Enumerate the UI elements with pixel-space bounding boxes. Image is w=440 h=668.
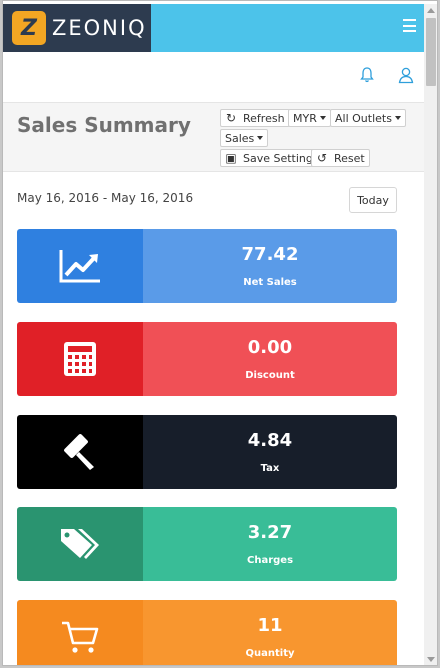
top-navbar: Z ZEONIQ [3, 4, 424, 52]
notification-bell-icon[interactable] [359, 66, 375, 84]
save-settings-button[interactable]: ▣ Save Settings [220, 149, 324, 167]
scrollbar-thumb[interactable] [426, 18, 436, 86]
stat-body: 3.27 Charges [143, 507, 397, 581]
stat-card-charges[interactable]: 3.27 Charges [17, 507, 397, 581]
outlets-label: All Outlets [335, 111, 392, 125]
today-button[interactable]: Today [349, 187, 397, 213]
floppy-disk-icon: ▣ [225, 151, 237, 165]
stat-icon-panel [17, 229, 143, 303]
save-settings-label: Save Settings [243, 151, 319, 165]
stat-value: 3.27 [247, 522, 293, 543]
stat-icon-panel [17, 322, 143, 396]
trend-chart-icon [59, 250, 100, 283]
gavel-icon [64, 434, 94, 470]
chevron-down-icon [257, 136, 264, 140]
metric-label: Sales [225, 131, 255, 145]
stat-value: 77.42 [241, 244, 299, 265]
refresh-button[interactable]: ↻ Refresh [220, 109, 290, 127]
stat-card-quantity[interactable]: 11 Quantity [17, 600, 397, 665]
refresh-label: Refresh [243, 111, 285, 125]
scroll-up-arrow-icon[interactable] [427, 8, 435, 13]
user-profile-icon[interactable] [398, 66, 414, 84]
page-title: Sales Summary [17, 113, 191, 137]
stat-icon-panel [17, 415, 143, 489]
stat-icon-panel [17, 507, 143, 581]
chevron-down-icon [319, 116, 326, 120]
stat-body: 11 Quantity [143, 600, 397, 665]
stat-body: 0.00 Discount [143, 322, 397, 396]
menu-toggle-icon[interactable] [403, 19, 416, 32]
stat-value: 11 [257, 615, 283, 636]
currency-label: MYR [293, 111, 317, 125]
tags-icon [61, 529, 99, 559]
stat-card-tax[interactable]: 4.84 Tax [17, 415, 397, 489]
cart-icon [62, 621, 99, 653]
reset-button[interactable]: ↺ Reset [311, 149, 370, 167]
scroll-down-arrow-icon[interactable] [427, 657, 435, 662]
calculator-icon [64, 342, 96, 376]
stat-label: Net Sales [243, 277, 297, 288]
summary-content: May 16, 2016 - May 16, 2016 Today 77.42 … [3, 172, 424, 665]
brand-logo[interactable]: Z ZEONIQ [3, 4, 151, 52]
undo-icon: ↺ [316, 151, 328, 165]
brand-name: ZEONIQ [52, 16, 147, 40]
refresh-icon: ↻ [225, 111, 237, 125]
app-window: Z ZEONIQ Sales Summary ↻ Refresh MYR All… [2, 0, 438, 666]
stat-card-net-sales[interactable]: 77.42 Net Sales [17, 229, 397, 303]
reset-label: Reset [334, 151, 365, 165]
logo-mark-icon: Z [12, 11, 46, 45]
vertical-scrollbar[interactable] [424, 4, 437, 665]
stat-label: Tax [260, 463, 280, 474]
currency-dropdown[interactable]: MYR [288, 109, 331, 127]
stat-label: Charges [246, 555, 294, 566]
stat-value: 4.84 [247, 430, 293, 451]
stat-label: Quantity [245, 648, 295, 659]
stat-body: 77.42 Net Sales [143, 229, 397, 303]
outlets-dropdown[interactable]: All Outlets [330, 109, 406, 127]
stat-label: Discount [245, 370, 295, 381]
stat-value: 0.00 [247, 337, 293, 358]
stat-icon-panel [17, 600, 143, 665]
stat-body: 4.84 Tax [143, 415, 397, 489]
metric-dropdown[interactable]: Sales [220, 129, 269, 147]
date-range[interactable]: May 16, 2016 - May 16, 2016 [17, 191, 193, 205]
user-iconbar [3, 52, 424, 102]
page-toolbar: Sales Summary ↻ Refresh MYR All Outlets … [3, 102, 424, 172]
chevron-down-icon [394, 116, 401, 120]
stat-card-discount[interactable]: 0.00 Discount [17, 322, 397, 396]
